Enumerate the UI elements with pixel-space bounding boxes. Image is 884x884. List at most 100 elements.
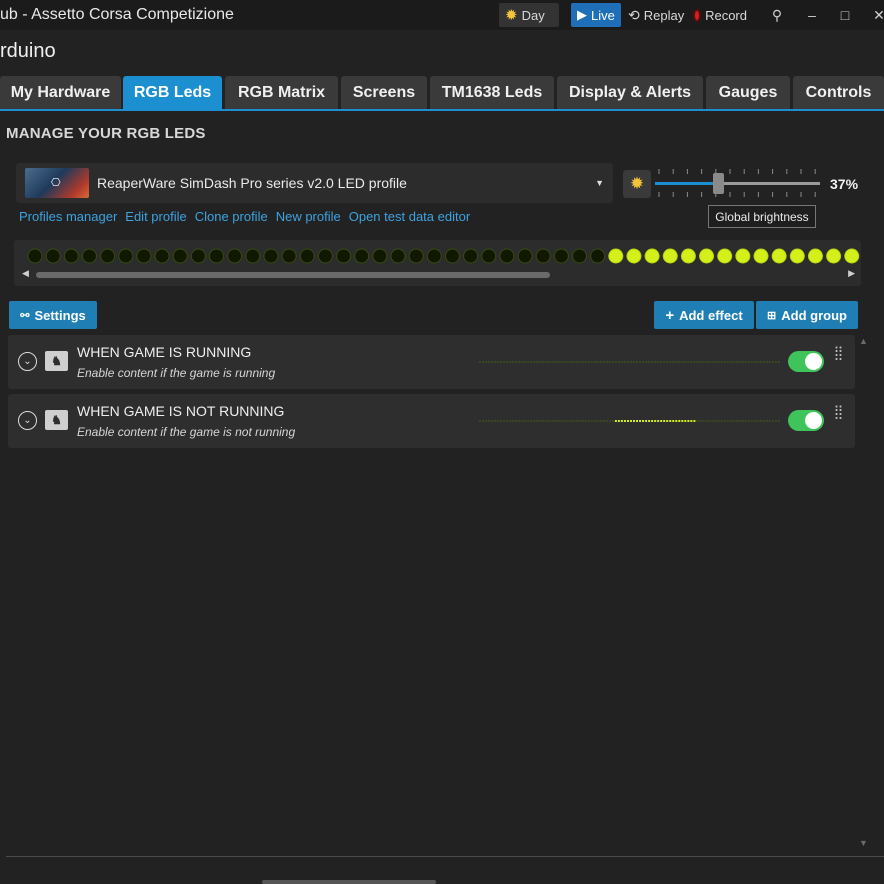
add-effect-button[interactable]: + Add effect — [654, 301, 754, 329]
preview-led-off — [500, 361, 503, 363]
preview-led-on — [614, 420, 617, 422]
group-led-preview — [479, 361, 780, 363]
preview-led-on — [645, 420, 648, 422]
preview-led-off — [678, 361, 681, 363]
preview-led-off — [593, 361, 596, 363]
preview-led-off — [654, 361, 657, 363]
preview-led-on — [657, 420, 660, 422]
new-profile-link[interactable]: New profile — [276, 209, 341, 224]
preview-led-off — [717, 361, 720, 363]
preview-led-on — [675, 420, 678, 422]
preview-led-on — [690, 420, 693, 422]
scroll-left-icon[interactable]: ◀ — [22, 268, 29, 279]
preview-led-on — [633, 420, 635, 422]
preview-led-off — [584, 420, 587, 422]
tab-screens[interactable]: Screens — [341, 76, 427, 109]
led-off — [45, 248, 61, 264]
horizontal-scrollbar[interactable] — [36, 272, 550, 278]
bottom-scrollbar[interactable] — [262, 880, 436, 884]
preview-led-off — [524, 420, 527, 422]
clone-profile-link[interactable]: Clone profile — [195, 209, 268, 224]
maximize-button[interactable]: □ — [830, 3, 860, 27]
minimize-button[interactable]: – — [797, 3, 827, 27]
preview-led-off — [642, 361, 645, 363]
preview-led-off — [521, 361, 524, 363]
preview-led-off — [578, 361, 581, 363]
preview-led-off — [711, 420, 714, 422]
tab-rgb-matrix[interactable]: RGB Matrix — [225, 76, 338, 109]
close-button[interactable]: ✕ — [864, 3, 884, 27]
preview-led-off — [729, 361, 732, 363]
preview-led-off — [633, 361, 635, 363]
preview-led-off — [560, 420, 563, 422]
replay-button[interactable]: ⟲ Replay — [622, 3, 686, 27]
group-enable-toggle[interactable] — [788, 351, 824, 372]
day-mode-button[interactable]: ✹ Day — [499, 3, 559, 27]
settings-button[interactable]: ⚯ Settings — [9, 301, 97, 329]
preview-led-off — [563, 361, 566, 363]
scroll-up-icon[interactable]: ▲ — [859, 336, 868, 346]
chevron-down-icon: ▼ — [595, 178, 604, 188]
led-off — [299, 248, 315, 264]
preview-led-off — [747, 361, 750, 363]
led-off — [27, 248, 43, 264]
preview-led-off — [542, 361, 545, 363]
scroll-right-icon[interactable]: ▶ — [848, 268, 855, 279]
preview-led-off — [527, 420, 530, 422]
preview-led-off — [771, 420, 774, 422]
tab-display-alerts[interactable]: Display & Alerts — [557, 76, 703, 109]
preview-led-off — [735, 420, 738, 422]
preview-led-off — [626, 361, 629, 363]
preview-led-on — [687, 420, 690, 422]
slider-thumb[interactable] — [712, 173, 724, 194]
tab-tm1638-leds[interactable]: TM1638 Leds — [430, 76, 554, 109]
profile-dropdown[interactable]: ⎔ ReaperWare SimDash Pro series v2.0 LED… — [16, 163, 613, 203]
preview-led-off — [503, 420, 506, 422]
tab-my-hardware[interactable]: My Hardware — [0, 76, 121, 109]
preview-led-off — [648, 361, 651, 363]
led-off — [245, 248, 261, 264]
led-off — [263, 248, 279, 264]
preview-led-off — [696, 361, 699, 363]
preview-led-off — [735, 361, 738, 363]
preview-led-off — [744, 361, 747, 363]
preview-led-on — [648, 420, 651, 422]
group-subtitle: Enable content if the game is not runnin… — [77, 425, 296, 439]
drag-handle-icon[interactable]: ⁞⁞ — [834, 404, 844, 432]
preview-led-on — [672, 420, 675, 422]
open-test-data-editor-link[interactable]: Open test data editor — [349, 209, 470, 224]
add-group-label: Add group — [781, 307, 847, 323]
preview-led-off — [602, 420, 605, 422]
preview-led-off — [521, 420, 524, 422]
led-strip — [27, 248, 860, 264]
preview-led-off — [636, 361, 639, 363]
preview-led-off — [548, 420, 551, 422]
tab-gauges[interactable]: Gauges — [706, 76, 790, 109]
brightness-slider[interactable] — [655, 168, 820, 198]
profiles-manager-link[interactable]: Profiles manager — [19, 209, 117, 224]
expand-chevron-icon[interactable]: ⌄ — [18, 411, 37, 430]
preview-led-off — [723, 361, 726, 363]
preview-led-off — [651, 361, 654, 363]
live-button[interactable]: ▶ Live — [571, 3, 621, 27]
scroll-down-icon[interactable]: ▼ — [859, 838, 868, 848]
preview-led-off — [554, 420, 557, 422]
expand-chevron-icon[interactable]: ⌄ — [18, 352, 37, 371]
pin-icon[interactable]: ⚲ — [762, 3, 792, 27]
preview-led-off — [536, 420, 539, 422]
drag-handle-icon[interactable]: ⁞⁞ — [834, 345, 844, 373]
group-row-game-not-running[interactable]: ⌄ ♞ WHEN GAME IS NOT RUNNING Enable cont… — [8, 394, 855, 448]
led-on — [680, 248, 696, 264]
preview-led-off — [684, 361, 687, 363]
group-enable-toggle[interactable] — [788, 410, 824, 431]
led-off — [408, 248, 424, 264]
preview-led-off — [566, 420, 569, 422]
group-row-game-running[interactable]: ⌄ ♞ WHEN GAME IS RUNNING Enable content … — [8, 335, 855, 389]
brightness-sun-icon[interactable]: ✹ — [623, 170, 651, 198]
tab-rgb-leds[interactable]: RGB Leds — [123, 76, 222, 109]
add-group-button[interactable]: ⊞ Add group — [756, 301, 858, 329]
edit-profile-link[interactable]: Edit profile — [125, 209, 186, 224]
record-button[interactable]: Record — [687, 3, 753, 27]
preview-led-off — [759, 361, 762, 363]
tab-controls[interactable]: Controls — [793, 76, 884, 109]
